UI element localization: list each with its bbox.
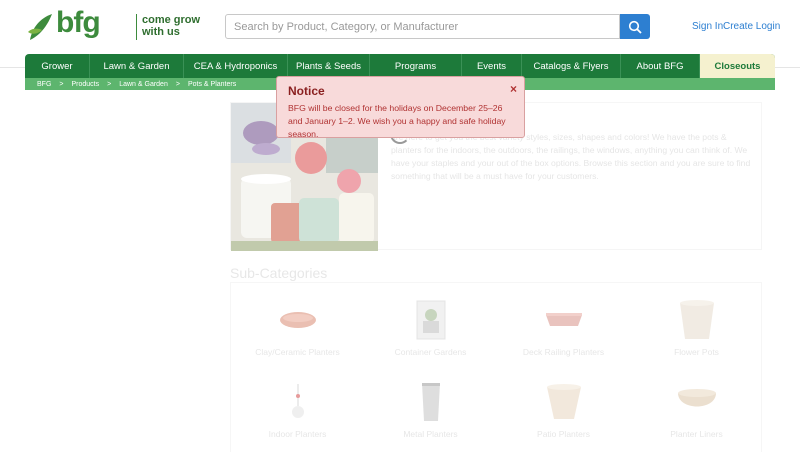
leaf-logo-icon: [28, 14, 52, 40]
subcategory-card[interactable]: Planter Liners: [630, 365, 763, 445]
notice-popup: Notice BFG will be closed for the holida…: [276, 76, 525, 139]
brand-tagline: come grow with us: [142, 14, 201, 38]
subcategory-label: Flower Pots: [674, 347, 719, 357]
subcategory-label: Planter Liners: [670, 429, 723, 439]
notice-title: Notice: [288, 84, 325, 98]
subcategory-label: Clay/Ceramic Planters: [255, 347, 340, 357]
nav-item-events[interactable]: Events: [462, 54, 522, 78]
close-icon[interactable]: ×: [510, 82, 517, 96]
subcategory-card[interactable]: Flower Pots: [630, 283, 763, 363]
nav-item-about-bfg[interactable]: About BFG: [621, 54, 700, 78]
subcategory-card[interactable]: Clay/Ceramic Planters: [231, 283, 364, 363]
subcategory-label: Patio Planters: [537, 429, 590, 439]
breadcrumb-separator: >: [59, 80, 64, 88]
notice-message: BFG will be closed for the holidays on D…: [288, 103, 506, 139]
create-login-link[interactable]: Create Login: [723, 21, 780, 32]
subcategory-card[interactable]: Metal Planters: [364, 365, 497, 445]
subcategory-label: Container Gardens: [394, 347, 467, 357]
search-button[interactable]: [620, 14, 650, 39]
subcategory-label: Indoor Planters: [268, 429, 327, 439]
nav-item-cea-hydroponics[interactable]: CEA & Hydroponics: [184, 54, 288, 78]
clay-planter-icon: [268, 297, 328, 343]
nav-item-lawn-garden[interactable]: Lawn & Garden: [90, 54, 184, 78]
patio-planter-icon: [534, 379, 594, 425]
metal-planter-icon: [401, 379, 461, 425]
nav-item-grower[interactable]: Grower: [25, 54, 90, 78]
main-content: are here to get you the best variety sty…: [0, 90, 800, 452]
search-icon: [628, 20, 642, 34]
subcategories-grid: Clay/Ceramic Planters Container Gardens …: [230, 282, 762, 452]
site-header: bfg come grow with us Sign In Create Log…: [0, 0, 800, 54]
bfg-logo[interactable]: bfg come grow with us: [26, 6, 200, 44]
breadcrumb-lawn-garden[interactable]: Lawn & Garden: [119, 81, 168, 88]
container-garden-icon: [401, 297, 461, 343]
logo-divider: [136, 14, 137, 40]
subcategory-card[interactable]: Deck Railing Planters: [497, 283, 630, 363]
indoor-planter-icon: [268, 379, 328, 425]
sign-in-link[interactable]: Sign In: [692, 21, 723, 32]
breadcrumb-bfg[interactable]: BFG: [37, 81, 51, 88]
breadcrumb-products[interactable]: Products: [71, 81, 99, 88]
nav-item-closeouts[interactable]: Closeouts: [700, 54, 775, 78]
subcategory-card[interactable]: Patio Planters: [497, 365, 630, 445]
subcategories-heading: Sub-Categories: [230, 265, 328, 281]
planter-liner-icon: [667, 379, 727, 425]
search-input[interactable]: [225, 14, 620, 39]
brand-name: bfg: [56, 6, 101, 39]
subcategory-label: Deck Railing Planters: [522, 347, 605, 357]
subcategory-card[interactable]: Container Gardens: [364, 283, 497, 363]
breadcrumb-pots-planters: Pots & Planters: [187, 80, 237, 88]
railing-planter-icon: [534, 297, 594, 343]
subcategory-label: Metal Planters: [403, 429, 458, 439]
search-bar: [225, 14, 650, 39]
nav-item-catalogs-flyers[interactable]: Catalogs & Flyers: [522, 54, 621, 78]
breadcrumb-separator: >: [107, 80, 112, 88]
main-nav: Grower Lawn & Garden CEA & Hydroponics P…: [25, 54, 775, 78]
nav-item-programs[interactable]: Programs: [370, 54, 462, 78]
flower-pot-icon: [667, 297, 727, 343]
breadcrumb-separator: >: [175, 80, 180, 88]
subcategory-card[interactable]: Indoor Planters: [231, 365, 364, 445]
nav-item-plants-seeds[interactable]: Plants & Seeds: [288, 54, 370, 78]
